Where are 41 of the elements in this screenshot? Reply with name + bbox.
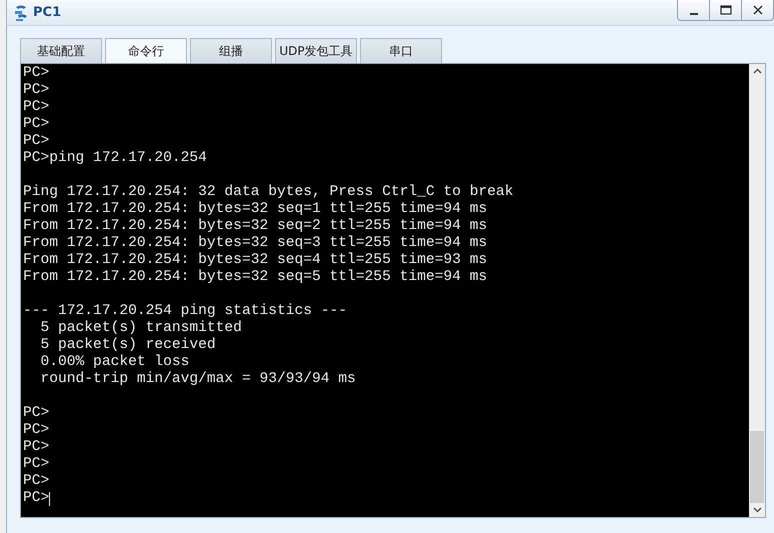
tab[interactable]: 基础配置 — [20, 38, 102, 63]
maximize-icon — [720, 5, 732, 15]
console-line: Ping 172.17.20.254: 32 data bytes, Press Ctrl_C to break — [23, 184, 514, 201]
console-line: PC>ping 172.17.20.254 — [23, 150, 207, 167]
console-line: 5 packet(s) transmitted — [40, 320, 242, 337]
console-line: PC> — [23, 422, 50, 439]
minimize-icon — [690, 13, 698, 15]
window-title: PC1 — [33, 5, 62, 20]
close-button[interactable] — [741, 0, 774, 21]
console-line: From 172.17.20.254: bytes=32 seq=5 ttl=255 time=94 ms — [23, 269, 488, 286]
console-line: From 172.17.20.254: bytes=32 seq=2 ttl=255 time=94 ms — [23, 218, 488, 235]
console-line: 0.00% packet loss — [40, 354, 190, 371]
console-line: PC> — [23, 473, 50, 490]
console-line: PC> — [23, 133, 50, 150]
console-line: --- 172.17.20.254 ping statistics --- — [23, 303, 348, 320]
console-line: 5 packet(s) received — [40, 337, 216, 354]
network-icon — [13, 4, 29, 22]
console-line: PC> — [23, 405, 50, 422]
console-line: round-trip min/avg/max = 93/93/94 ms — [40, 371, 356, 388]
console-line: PC> — [23, 116, 50, 133]
scrollbar-thumb[interactable] — [750, 431, 764, 503]
console-line: PC> — [23, 82, 50, 99]
console-line: PC> — [23, 456, 50, 473]
minimize-button[interactable] — [677, 0, 710, 21]
tab[interactable]: 组播 — [190, 38, 272, 63]
console-line: From 172.17.20.254: bytes=32 seq=1 ttl=255 time=94 ms — [23, 201, 488, 218]
console-line: PC> — [23, 99, 50, 116]
tab[interactable]: 命令行 — [105, 38, 187, 63]
console-line: From 172.17.20.254: bytes=32 seq=3 ttl=255 time=94 ms — [23, 235, 488, 252]
tab[interactable]: 串口 — [360, 38, 442, 63]
maximize-button[interactable] — [709, 0, 742, 21]
terminal-console[interactable] — [21, 64, 749, 517]
scroll-down-icon[interactable] — [752, 507, 762, 513]
tab[interactable]: UDP发包工具 — [275, 38, 357, 63]
scrollbar[interactable] — [749, 64, 765, 517]
console-line: PC> — [23, 490, 50, 507]
console-line: PC> — [23, 65, 50, 82]
console-line: PC> — [23, 439, 50, 456]
close-icon — [752, 5, 762, 15]
console-line: From 172.17.20.254: bytes=32 seq=4 ttl=255 time=93 ms — [23, 252, 488, 269]
scroll-up-icon[interactable] — [752, 68, 762, 74]
